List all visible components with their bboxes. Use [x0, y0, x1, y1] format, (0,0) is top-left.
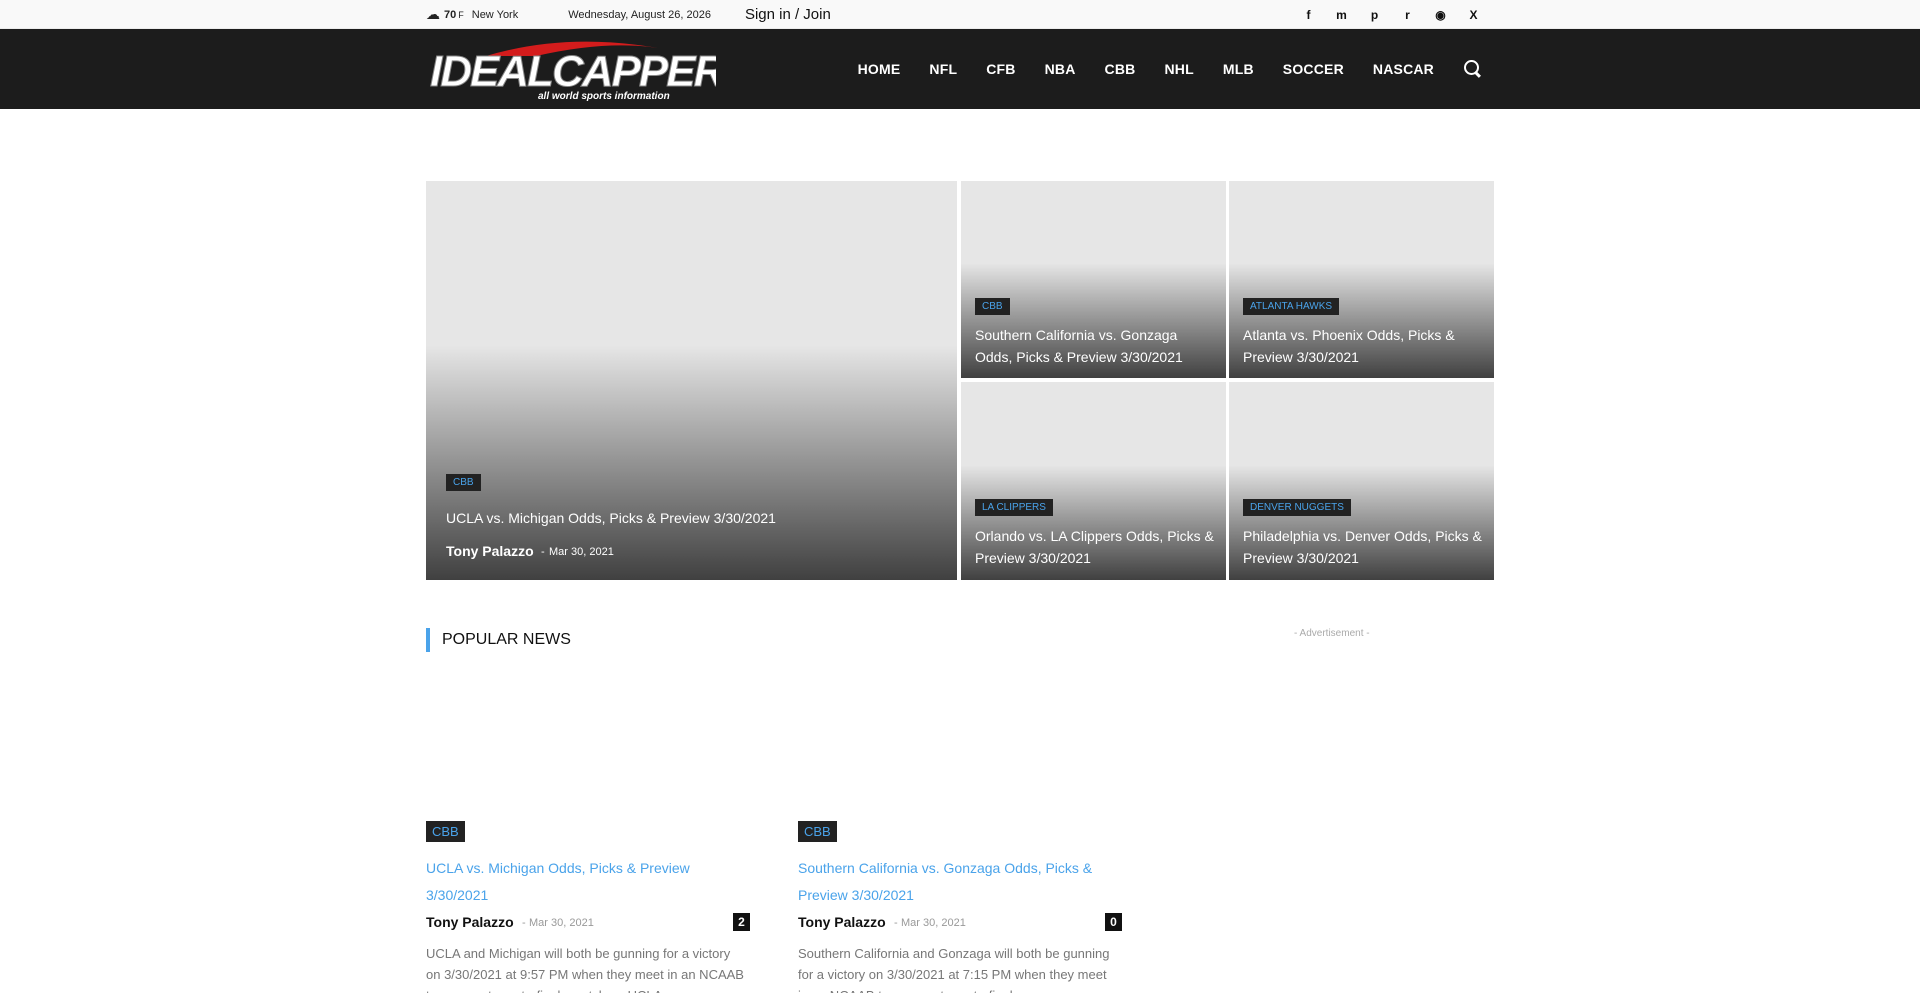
tile-title[interactable]: Orlando vs. LA Clippers Odds, Picks & Pr… [975, 525, 1215, 569]
card-title[interactable]: Southern California vs. Gonzaga Odds, Pi… [798, 855, 1098, 909]
nav-home[interactable]: HOME [858, 61, 901, 77]
featured-grid: CBB UCLA vs. Michigan Odds, Picks & Prev… [426, 181, 1494, 580]
nav-nba[interactable]: NBA [1045, 61, 1076, 77]
tile-category[interactable]: DENVER NUGGETS [1243, 499, 1351, 516]
card-category[interactable]: CBB [426, 821, 465, 842]
tile-category[interactable]: LA CLIPPERS [975, 499, 1053, 516]
tile-title[interactable]: UCLA vs. Michigan Odds, Picks & Preview … [446, 507, 926, 529]
nav-cbb[interactable]: CBB [1105, 61, 1136, 77]
featured-tile[interactable]: LA CLIPPERS Orlando vs. LA Clippers Odds… [961, 382, 1226, 580]
card-separator: - [894, 917, 898, 929]
tile-category[interactable]: ATLANTA HAWKS [1243, 298, 1340, 315]
tile-title[interactable]: Atlanta vs. Phoenix Odds, Picks & Previe… [1243, 324, 1483, 368]
social-links: f m p r ◉ X [1292, 8, 1490, 22]
reddit-icon[interactable]: r [1391, 8, 1424, 22]
card-date: Mar 30, 2021 [901, 917, 966, 929]
site-logo[interactable]: IDEALCAPPER all world sports information [426, 34, 716, 104]
tile-category[interactable]: CBB [975, 298, 1010, 315]
current-date: Wednesday, August 26, 2026 [568, 8, 711, 21]
tile-title[interactable]: Southern California vs. Gonzaga Odds, Pi… [975, 324, 1215, 368]
featured-tile[interactable]: ATLANTA HAWKS Atlanta vs. Phoenix Odds, … [1229, 181, 1494, 378]
top-bar: ☁ 70 F New York Wednesday, August 26, 20… [0, 0, 1920, 29]
main-nav: HOME NFL CFB NBA CBB NHL MLB SOCCER NASC… [829, 60, 1494, 78]
weather-cloud-icon: ☁ [426, 6, 440, 22]
weather-unit[interactable]: F [458, 10, 464, 20]
popular-news-section: POPULAR NEWS - Advertisement - CBB UCLA … [426, 628, 1494, 993]
featured-big-tile[interactable]: CBB UCLA vs. Michigan Odds, Picks & Prev… [426, 181, 957, 580]
x-twitter-icon[interactable]: X [1457, 8, 1490, 22]
tile-separator: - [541, 546, 545, 558]
weather-widget: ☁ 70 F New York [426, 6, 518, 23]
nav-nhl[interactable]: NHL [1164, 61, 1193, 77]
tile-author[interactable]: Tony Palazzo [446, 543, 534, 559]
logo-tagline: all world sports information [538, 91, 670, 102]
card-excerpt: Southern California and Gonzaga will bot… [798, 946, 1110, 993]
tile-category[interactable]: CBB [446, 474, 481, 491]
facebook-icon[interactable]: f [1292, 8, 1325, 22]
advertisement-label: - Advertisement - [1294, 628, 1370, 639]
card-category[interactable]: CBB [798, 821, 837, 842]
card-title[interactable]: UCLA vs. Michigan Odds, Picks & Preview … [426, 855, 726, 909]
comment-count[interactable]: 2 [733, 913, 750, 931]
nav-nascar[interactable]: NASCAR [1373, 61, 1434, 77]
nav-soccer[interactable]: SOCCER [1283, 61, 1344, 77]
card-author[interactable]: Tony Palazzo [426, 914, 514, 930]
card-excerpt: UCLA and Michigan will both be gunning f… [426, 946, 744, 993]
nav-nfl[interactable]: NFL [929, 61, 957, 77]
site-header: IDEALCAPPER all world sports information… [0, 29, 1920, 109]
card-separator: - [522, 917, 526, 929]
weather-city: New York [471, 8, 519, 21]
logo-text: IDEALCAPPER [430, 47, 716, 96]
sign-in-link[interactable]: Sign in / Join [745, 6, 831, 23]
featured-tile[interactable]: CBB Southern California vs. Gonzaga Odds… [961, 181, 1226, 378]
rss-icon[interactable]: ◉ [1424, 8, 1457, 22]
mix-icon[interactable]: m [1325, 8, 1358, 22]
nav-mlb[interactable]: MLB [1223, 61, 1254, 77]
pinterest-icon[interactable]: p [1358, 8, 1391, 22]
featured-tile[interactable]: DENVER NUGGETS Philadelphia vs. Denver O… [1229, 382, 1494, 580]
nav-cfb[interactable]: CFB [986, 61, 1015, 77]
tile-title[interactable]: Philadelphia vs. Denver Odds, Picks & Pr… [1243, 525, 1483, 569]
comment-count[interactable]: 0 [1105, 913, 1122, 931]
card-date: Mar 30, 2021 [529, 917, 594, 929]
weather-temperature: 70 [444, 8, 457, 21]
tile-date: Mar 30, 2021 [549, 546, 614, 558]
search-icon[interactable] [1464, 60, 1482, 78]
section-title: POPULAR NEWS [426, 628, 571, 652]
card-author[interactable]: Tony Palazzo [798, 914, 886, 930]
